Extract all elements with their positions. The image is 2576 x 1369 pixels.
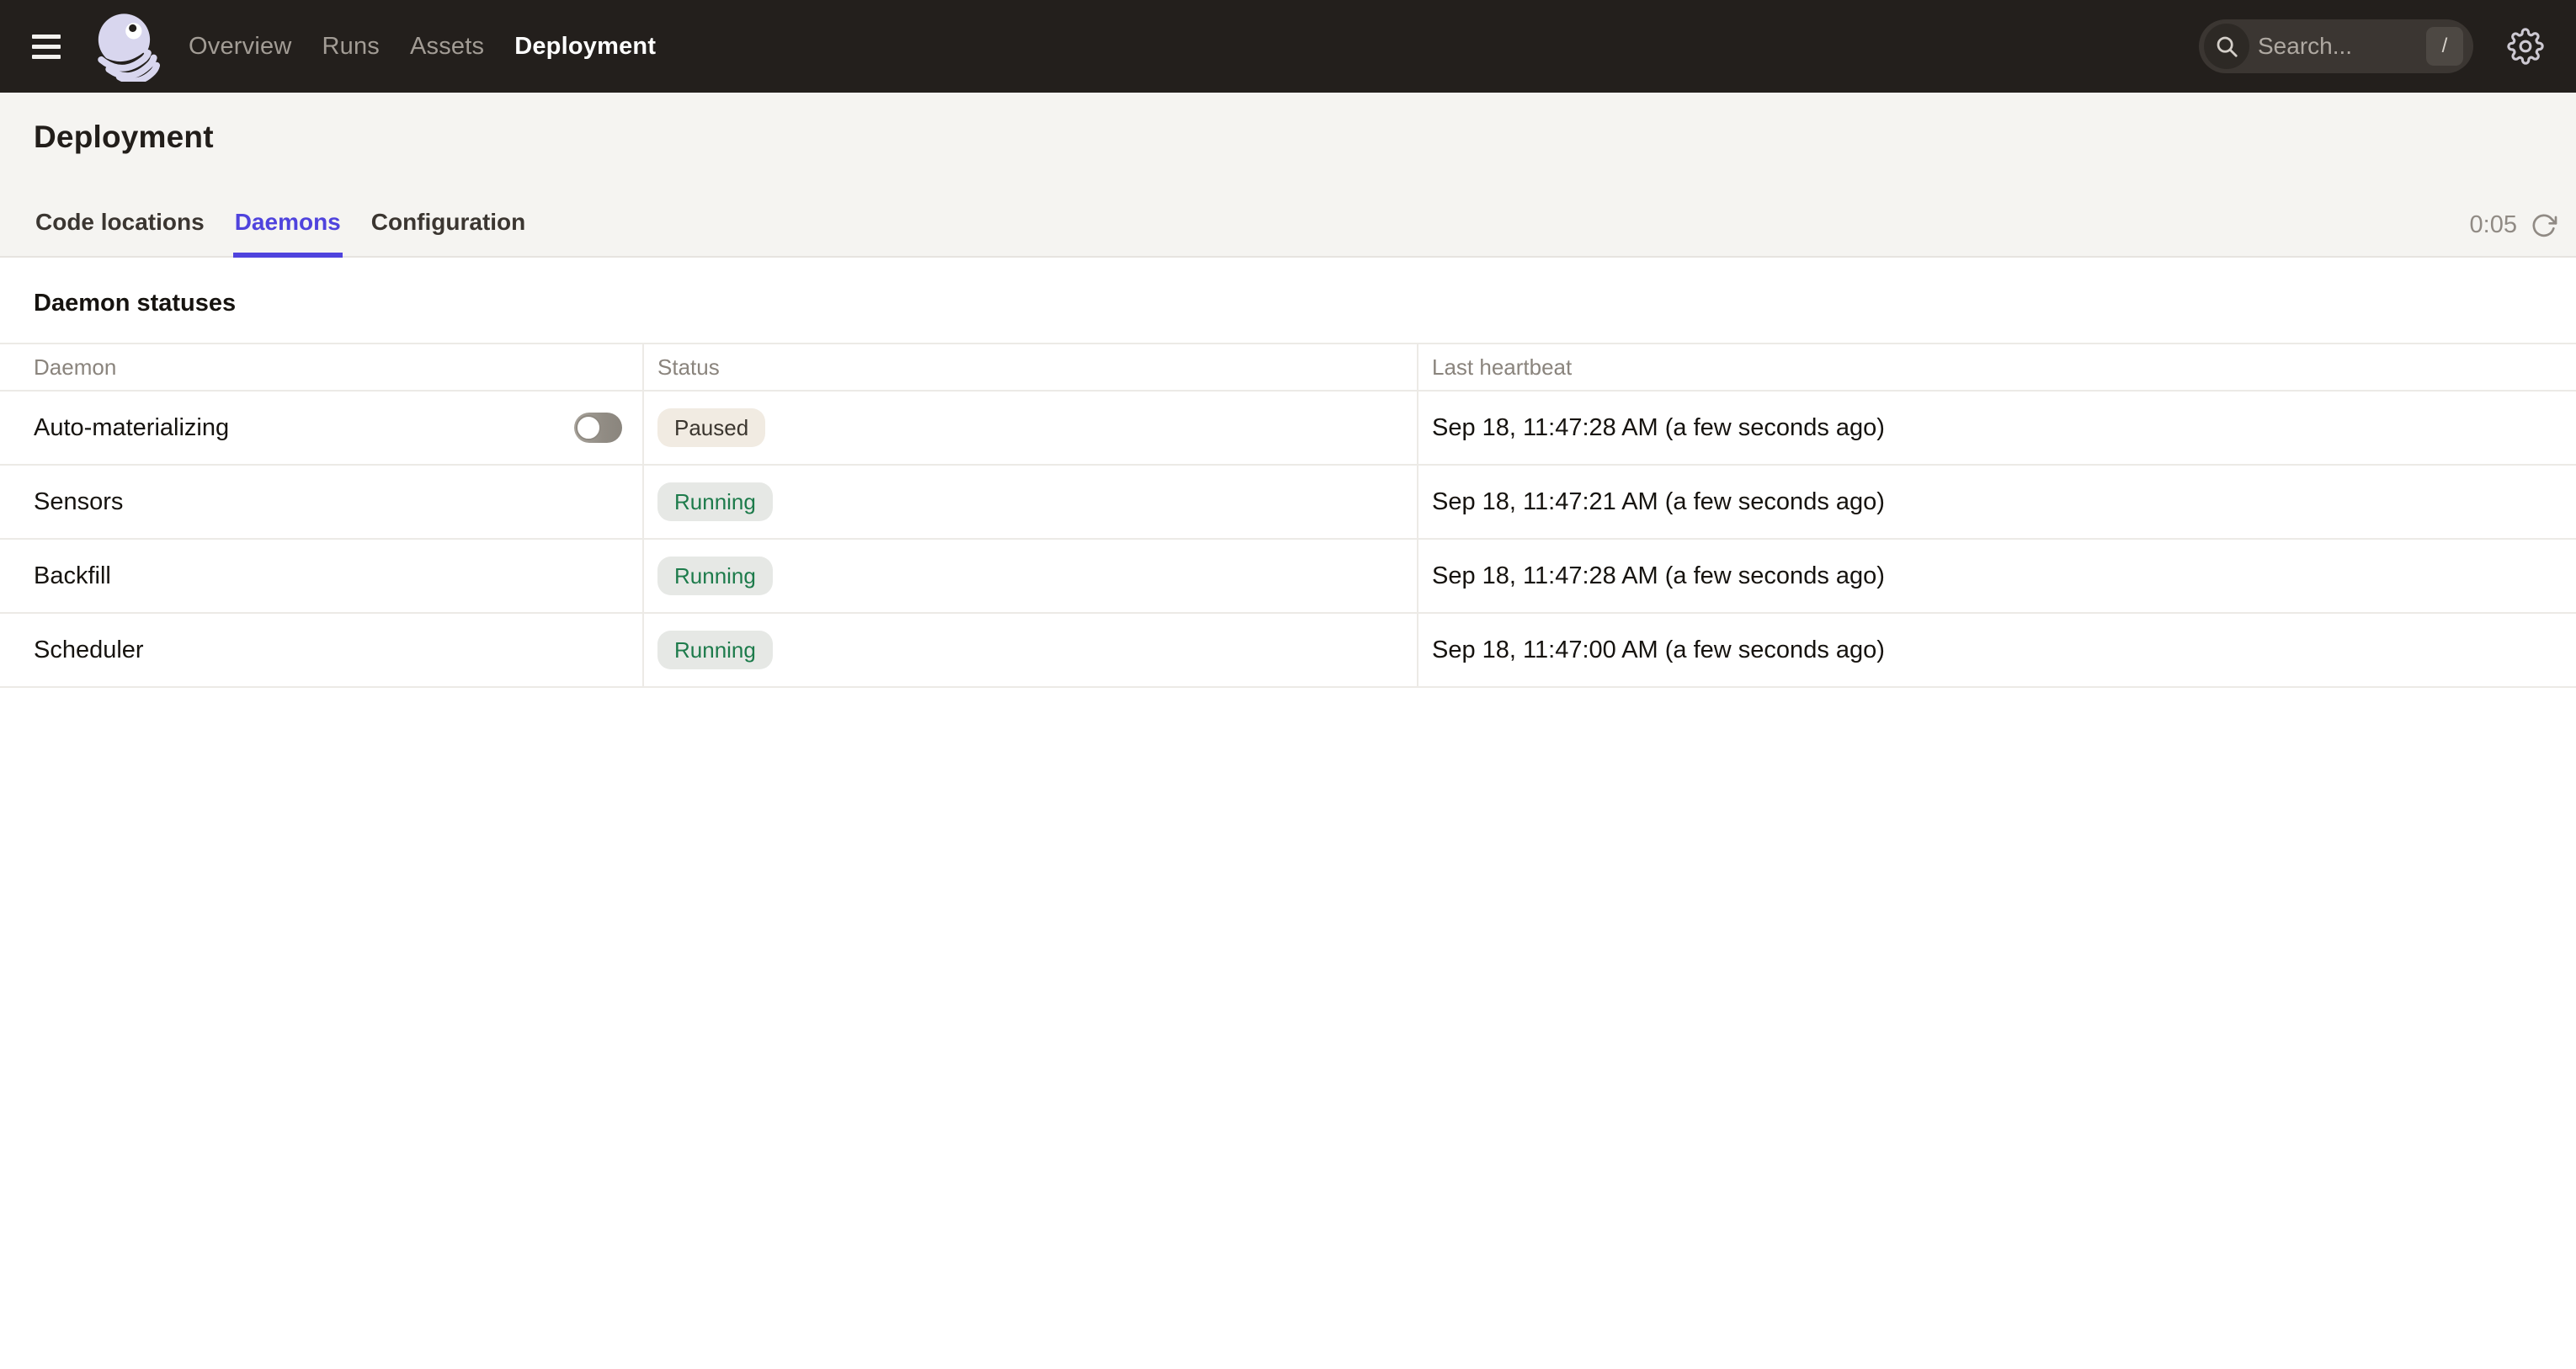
daemon-name: Auto-materializing <box>34 414 229 442</box>
status-badge: Running <box>657 631 773 669</box>
daemon-name: Sensors <box>34 488 123 516</box>
table-row: Sensors Running Sep 18, 11:47:21 AM (a f… <box>0 466 2576 540</box>
page-title: Deployment <box>34 120 2542 155</box>
top-nav-bar: Overview Runs Assets Deployment / <box>0 0 2576 93</box>
hamburger-menu-icon[interactable] <box>32 23 79 70</box>
nav-right-group: / <box>2199 19 2544 73</box>
table-header-row: Daemon Status Last heartbeat <box>0 344 2576 392</box>
table-row: Auto-materializing Paused Sep 18, 11:47:… <box>0 392 2576 466</box>
table-row: Scheduler Running Sep 18, 11:47:00 AM (a… <box>0 614 2576 688</box>
nav-link-deployment[interactable]: Deployment <box>514 33 656 61</box>
status-badge: Running <box>657 482 773 521</box>
search-box[interactable]: / <box>2199 19 2473 73</box>
table-row: Backfill Running Sep 18, 11:47:28 AM (a … <box>0 540 2576 614</box>
last-heartbeat: Sep 18, 11:47:28 AM (a few seconds ago) <box>1432 414 1885 442</box>
nav-link-overview[interactable]: Overview <box>189 33 291 61</box>
page-header: Deployment Code locations Daemons Config… <box>0 93 2576 258</box>
column-header-daemon: Daemon <box>0 344 644 390</box>
section-heading: Daemon statuses <box>34 290 2542 317</box>
daemon-toggle[interactable] <box>574 413 622 443</box>
status-badge: Running <box>657 557 773 595</box>
primary-nav-links: Overview Runs Assets Deployment <box>189 33 656 61</box>
tab-configuration[interactable]: Configuration <box>370 209 528 258</box>
auto-refresh-control: 0:05 <box>2470 211 2557 239</box>
dagster-logo[interactable] <box>89 9 170 83</box>
refresh-icon[interactable] <box>2531 212 2557 239</box>
daemon-name: Backfill <box>34 562 111 590</box>
page-tabs: Code locations Daemons Configuration <box>34 209 527 258</box>
daemon-status-table: Daemon Status Last heartbeat Auto-materi… <box>0 343 2576 688</box>
refresh-countdown: 0:05 <box>2470 211 2517 239</box>
search-icon <box>2204 24 2249 69</box>
nav-link-runs[interactable]: Runs <box>322 33 380 61</box>
daemon-name: Scheduler <box>34 637 144 664</box>
table-body: Auto-materializing Paused Sep 18, 11:47:… <box>0 392 2576 688</box>
search-input[interactable] <box>2249 33 2426 60</box>
nav-link-assets[interactable]: Assets <box>410 33 484 61</box>
tab-daemons[interactable]: Daemons <box>233 209 343 258</box>
tab-code-locations[interactable]: Code locations <box>34 209 206 258</box>
last-heartbeat: Sep 18, 11:47:00 AM (a few seconds ago) <box>1432 637 1885 664</box>
app-window: Overview Runs Assets Deployment / <box>0 0 2576 1369</box>
column-header-status: Status <box>644 344 1418 390</box>
last-heartbeat: Sep 18, 11:47:28 AM (a few seconds ago) <box>1432 562 1885 590</box>
toggle-knob <box>576 415 601 440</box>
gear-icon[interactable] <box>2507 28 2544 65</box>
main-content: Daemon statuses Daemon Status Last heart… <box>0 290 2576 688</box>
search-shortcut-key: / <box>2426 27 2463 66</box>
last-heartbeat: Sep 18, 11:47:21 AM (a few seconds ago) <box>1432 488 1885 516</box>
status-badge: Paused <box>657 408 765 447</box>
column-header-last-heartbeat: Last heartbeat <box>1418 344 2576 390</box>
